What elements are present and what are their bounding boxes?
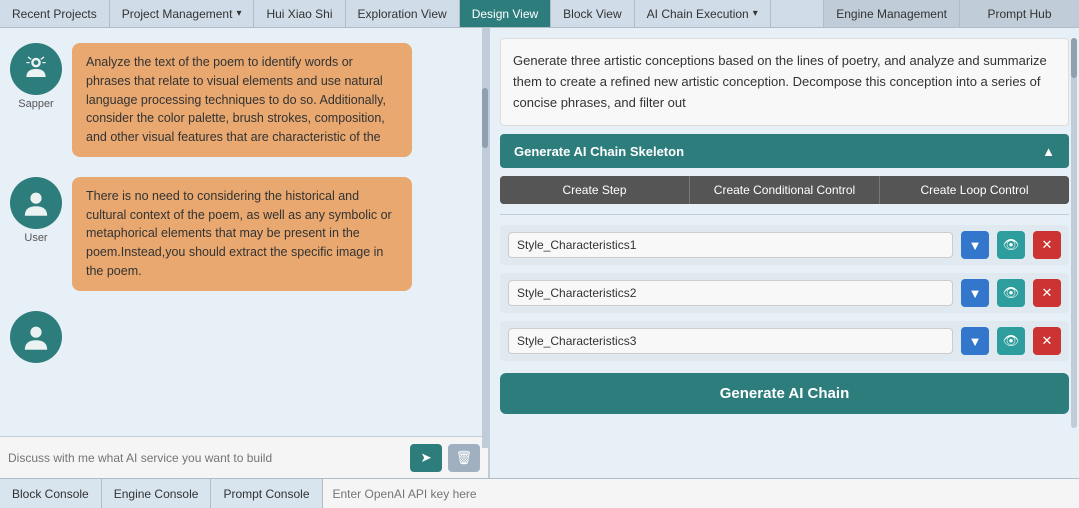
prompt-text: Generate three artistic conceptions base… (500, 38, 1069, 126)
eye-icon-2: 👁 (1003, 285, 1020, 301)
step-eye-btn-1[interactable]: 👁 (997, 231, 1025, 259)
dropdown-arrow-2: ▾ (753, 8, 758, 19)
step-dropdown-btn-3[interactable]: ▼ (961, 327, 989, 355)
bottom-tab-block-console[interactable]: Block Console (0, 479, 102, 508)
step-input-2[interactable] (508, 280, 953, 306)
chevron-down-icon-3: ▼ (969, 334, 982, 349)
message-bubble-sapper: Analyze the text of the poem to identify… (72, 43, 412, 157)
chevron-down-icon-2: ▼ (969, 286, 982, 301)
step-close-btn-2[interactable]: ✕ (1033, 279, 1061, 307)
right-scrollbar[interactable] (1071, 38, 1077, 428)
step-row-3: ▼ 👁 ✕ (500, 321, 1069, 361)
chevron-down-icon-1: ▼ (969, 238, 982, 253)
chat-message-sapper: Sapper Analyze the text of the poem to i… (10, 43, 478, 157)
nav-left: Recent Projects Project Management ▾ Hui… (0, 0, 823, 27)
bottom-tab-engine-console[interactable]: Engine Console (102, 479, 212, 508)
generate-skeleton-label: Generate AI Chain Skeleton (514, 144, 684, 159)
create-conditional-button[interactable]: Create Conditional Control (690, 176, 880, 204)
step-eye-btn-2[interactable]: 👁 (997, 279, 1025, 307)
right-panel: Generate three artistic conceptions base… (490, 28, 1079, 478)
bottom-tab-prompt-console[interactable]: Prompt Console (211, 479, 322, 508)
chat-input[interactable] (8, 451, 404, 465)
step-row-2: ▼ 👁 ✕ (500, 273, 1069, 313)
eye-icon-3: 👁 (1003, 333, 1020, 349)
generate-chain-button[interactable]: Generate AI Chain (500, 373, 1069, 414)
tab-design-view[interactable]: Design View (460, 0, 551, 27)
avatar-wrap-sapper: Sapper (10, 43, 62, 110)
avatar-wrap-user: User (10, 177, 62, 244)
divider-1 (500, 214, 1069, 215)
step-eye-btn-3[interactable]: 👁 (997, 327, 1025, 355)
tab-hui-xiao-shi[interactable]: Hui Xiao Shi (254, 0, 345, 27)
left-scroll-thumb (482, 88, 488, 148)
avatar-sapper (10, 43, 62, 95)
create-loop-button[interactable]: Create Loop Control (880, 176, 1069, 204)
api-key-input[interactable] (323, 479, 1079, 508)
user-label: User (24, 232, 47, 244)
tab-recent-projects[interactable]: Recent Projects (0, 0, 110, 27)
tab-project-management[interactable]: Project Management ▾ (110, 0, 255, 27)
tab-prompt-hub[interactable]: Prompt Hub (959, 0, 1079, 27)
step-dropdown-btn-2[interactable]: ▼ (961, 279, 989, 307)
trash-icon: 🗑 (456, 450, 473, 466)
chat-message-partial (10, 311, 478, 363)
step-input-3[interactable] (508, 328, 953, 354)
right-scroll-thumb (1071, 38, 1077, 78)
tab-engine-management[interactable]: Engine Management (823, 0, 959, 27)
bottom-bar: Block Console Engine Console Prompt Cons… (0, 478, 1079, 508)
top-nav: Recent Projects Project Management ▾ Hui… (0, 0, 1079, 28)
close-icon-1: ✕ (1042, 237, 1053, 253)
close-icon-3: ✕ (1042, 333, 1053, 349)
clear-button[interactable]: 🗑 (448, 444, 480, 472)
left-scrollbar[interactable] (482, 28, 488, 448)
main-content: Sapper Analyze the text of the poem to i… (0, 28, 1079, 478)
chevron-up-icon: ▲ (1042, 144, 1055, 159)
avatar-user (10, 177, 62, 229)
chat-message-user: User There is no need to considering the… (10, 177, 478, 291)
tab-exploration-view[interactable]: Exploration View (346, 0, 460, 27)
step-row-1: ▼ 👁 ✕ (500, 225, 1069, 265)
create-step-button[interactable]: Create Step (500, 176, 690, 204)
message-bubble-user: There is no need to considering the hist… (72, 177, 412, 291)
step-dropdown-btn-1[interactable]: ▼ (961, 231, 989, 259)
avatar-wrap-partial (10, 311, 62, 363)
avatar-partial (10, 311, 62, 363)
left-panel: Sapper Analyze the text of the poem to i… (0, 28, 490, 478)
control-buttons: Create Step Create Conditional Control C… (500, 176, 1069, 204)
sapper-label: Sapper (18, 98, 53, 110)
tab-block-view[interactable]: Block View (551, 0, 634, 27)
chat-input-bar: ➤ 🗑 (0, 436, 488, 478)
eye-icon-1: 👁 (1003, 237, 1020, 253)
step-input-1[interactable] (508, 232, 953, 258)
tab-ai-chain-execution[interactable]: AI Chain Execution ▾ (635, 0, 771, 27)
nav-right: Engine Management Prompt Hub (823, 0, 1079, 27)
generate-skeleton-button[interactable]: Generate AI Chain Skeleton ▲ (500, 134, 1069, 168)
send-button[interactable]: ➤ (410, 444, 442, 472)
step-close-btn-1[interactable]: ✕ (1033, 231, 1061, 259)
send-icon: ➤ (420, 450, 431, 466)
chat-area: Sapper Analyze the text of the poem to i… (0, 28, 488, 436)
close-icon-2: ✕ (1042, 285, 1053, 301)
step-close-btn-3[interactable]: ✕ (1033, 327, 1061, 355)
dropdown-arrow: ▾ (236, 8, 241, 19)
